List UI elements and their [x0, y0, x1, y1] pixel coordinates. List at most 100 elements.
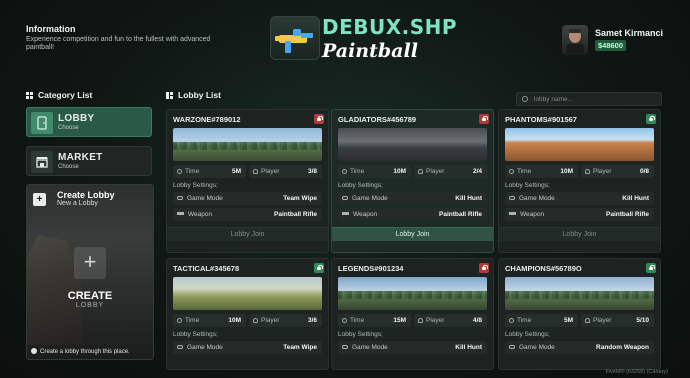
category-market-title: MARKET — [58, 152, 103, 163]
gamepad-icon — [177, 196, 183, 200]
lobby-card[interactable]: WARZONE#789012 Time 5M Player 3/8 Lobby Se… — [166, 109, 329, 253]
game-mode-row: Game Mode Kill Hunt — [338, 341, 487, 354]
users-icon — [253, 169, 258, 174]
weapon-row: Weapon Paintball Rifle — [173, 208, 322, 221]
create-lobby-sub: New a Lobby — [57, 200, 98, 207]
time-stat: Time 10M — [173, 314, 246, 327]
create-big-text: CREATE — [67, 290, 113, 302]
unlock-icon — [646, 114, 656, 124]
clock-icon — [177, 169, 182, 174]
lobby-name: CHAMPIONS#56789O — [499, 259, 660, 277]
clock-icon — [342, 169, 347, 174]
player-stat: Player 5/10 — [581, 314, 654, 327]
grid-icon — [26, 92, 33, 99]
create-lobby-card[interactable]: + Create Lobby New a Lobby + CREATE LOBB… — [26, 184, 154, 360]
search-input[interactable]: lobby name... — [516, 92, 662, 106]
plus-icon[interactable]: + — [74, 247, 106, 279]
lobby-join-button[interactable]: Lobby Join — [167, 227, 328, 241]
lobby-settings-label: Lobby Settings; — [173, 331, 218, 338]
category-lobby[interactable]: LOBBY Choose — [26, 107, 152, 137]
lobby-card[interactable]: CHAMPIONS#56789O Time 5M Player 5/10 Lobby… — [498, 258, 661, 370]
market-store-icon — [31, 151, 53, 173]
player-stat: Player 3/8 — [249, 165, 322, 178]
gamepad-icon — [342, 345, 348, 349]
lobby-door-icon — [31, 112, 53, 134]
player-stat: Player 3/6 — [249, 314, 322, 327]
weapon-row: Weapon Paintball Rifle — [505, 208, 654, 221]
create-lobby-title: Create Lobby — [57, 190, 115, 200]
player-stat: Player 0/8 — [581, 165, 654, 178]
lobby-list-heading: Lobby List — [166, 90, 221, 100]
time-stat: Time 15M — [338, 314, 411, 327]
paintball-gun-logo-icon — [270, 16, 320, 60]
map-thumbnail — [338, 128, 487, 161]
avatar — [562, 25, 588, 55]
time-stat: Time 5M — [505, 314, 578, 327]
info-text: Experience competition and fun to the fu… — [26, 36, 211, 51]
category-lobby-title: LOBBY — [58, 113, 95, 124]
lock-icon — [479, 263, 489, 273]
lobby-card[interactable]: PHANTOMS#901567 Time 10M Player 0/8 Lobby … — [498, 109, 661, 253]
player-stat: Player 4/8 — [414, 314, 487, 327]
lobby-settings-label: Lobby Settings; — [338, 182, 383, 189]
category-market-sub: Choose — [58, 164, 79, 170]
clock-icon — [342, 318, 347, 323]
unlock-icon — [314, 263, 324, 273]
lobby-card[interactable]: TACTICAL#345678 Time 10M Player 3/6 Lobby … — [166, 258, 329, 370]
weapon-row: Weapon Paintball Rifle — [338, 208, 487, 221]
clock-icon — [509, 318, 514, 323]
add-square-icon: + — [33, 193, 46, 206]
info-icon — [31, 348, 37, 354]
user-money-badge: $48600 — [595, 40, 627, 51]
users-icon — [253, 318, 258, 323]
game-mode-row: Game Mode Kill Hunt — [338, 192, 487, 205]
users-icon — [585, 318, 590, 323]
clock-icon — [509, 169, 514, 174]
gamepad-icon — [342, 196, 348, 200]
map-thumbnail — [173, 277, 322, 310]
grid-icon — [166, 92, 173, 99]
info-title: Information — [26, 24, 76, 34]
gamepad-icon — [177, 345, 183, 349]
users-icon — [585, 169, 590, 174]
create-lobby-footer: Create a lobby through this place. — [31, 348, 130, 355]
game-mode-row: Game Mode Kill Hunt — [505, 192, 654, 205]
map-thumbnail — [173, 128, 322, 161]
lobby-name: PHANTOMS#901567 — [499, 110, 660, 128]
create-big-subtext: LOBBY — [75, 302, 105, 309]
category-market[interactable]: MARKET Choose — [26, 146, 152, 176]
gun-icon — [509, 212, 516, 215]
player-stat: Player 2/4 — [414, 165, 487, 178]
lobby-settings-label: Lobby Settings; — [338, 331, 383, 338]
search-icon — [522, 96, 528, 102]
lock-icon — [479, 114, 489, 124]
game-mode-row: Game Mode Team Wipe — [173, 192, 322, 205]
lobby-name: LEGENDS#901234 — [332, 259, 493, 277]
time-stat: Time 10M — [505, 165, 578, 178]
map-thumbnail — [505, 277, 654, 310]
gamepad-icon — [509, 345, 515, 349]
logo-title: DEBUX.SHP — [322, 15, 458, 39]
users-icon — [418, 318, 423, 323]
users-icon — [418, 169, 423, 174]
gamepad-icon — [509, 196, 515, 200]
time-stat: Time 10M — [338, 165, 411, 178]
gun-icon — [342, 212, 349, 215]
game-mode-row: Game Mode Random Weapon — [505, 341, 654, 354]
lobby-card[interactable]: GLADIATORS#456789 Time 10M Player 2/4 Lobb… — [331, 109, 494, 253]
lobby-join-button[interactable]: Lobby Join — [499, 227, 660, 241]
lobby-settings-label: Lobby Settings; — [173, 182, 218, 189]
lobby-join-button[interactable]: Lobby Join — [332, 227, 493, 241]
game-mode-row: Game Mode Team Wipe — [173, 341, 322, 354]
lobby-settings-label: Lobby Settings; — [505, 182, 550, 189]
map-thumbnail — [505, 128, 654, 161]
unlock-icon — [646, 263, 656, 273]
clock-icon — [177, 318, 182, 323]
time-stat: Time 5M — [173, 165, 246, 178]
category-lobby-sub: Choose — [58, 125, 79, 131]
client-version-footer: FiveM® (b3258) (Canary) — [605, 369, 668, 375]
lobby-settings-label: Lobby Settings; — [505, 331, 550, 338]
lobby-card[interactable]: LEGENDS#901234 Time 15M Player 4/8 Lobby S… — [331, 258, 494, 370]
map-thumbnail — [338, 277, 487, 310]
lobby-name: TACTICAL#345678 — [167, 259, 328, 277]
